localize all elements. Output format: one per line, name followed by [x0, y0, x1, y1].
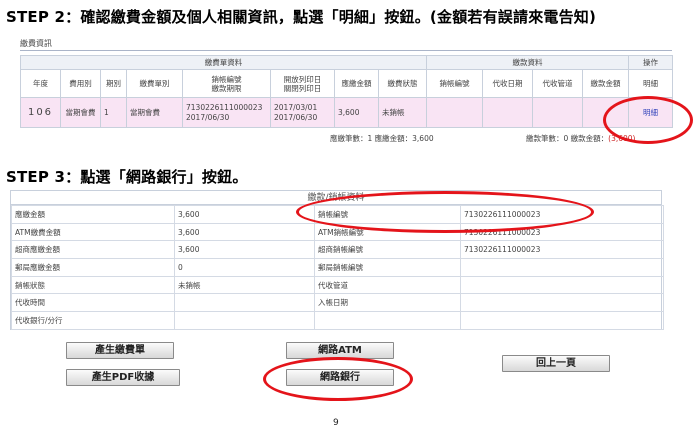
- table-row: 郵局應繳金額 0 郵局銷帳編號: [11, 258, 664, 277]
- back-button[interactable]: 回上一頁: [502, 355, 610, 372]
- field-label: 代收管道: [314, 275, 461, 295]
- cell-account-due: 7130226111000023 2017/06/30: [182, 97, 271, 128]
- billing-info-title: 繳費資訊: [20, 39, 52, 48]
- field-value: [460, 275, 664, 295]
- generate-pdf-receipt-button[interactable]: 產生PDF收據: [66, 369, 180, 386]
- col-fee-type: 費用別: [60, 69, 101, 98]
- cell-collect-channel: [532, 97, 583, 128]
- field-value: [460, 258, 664, 277]
- group-header-bill: 繳費單資料: [20, 55, 427, 70]
- field-value: [460, 311, 664, 330]
- col-collect-channel: 代收管道: [532, 69, 583, 98]
- cell-year: 106: [20, 97, 61, 128]
- field-label: 超商銷帳編號: [314, 240, 461, 260]
- page-number: 9: [333, 418, 339, 428]
- field-value: 0: [174, 258, 315, 277]
- billing-table: 繳費單資料 繳款資料 操作 年度 費用別 期別 繳費單別 銷帳編號 繳款期限 開放…: [20, 55, 673, 128]
- col-pay-amount: 繳款金額: [582, 69, 629, 98]
- col-account-due: 銷帳編號 繳款期限: [182, 69, 271, 98]
- group-header-action: 操作: [628, 55, 673, 70]
- step2-instruction: STEP 2：確認繳費金額及個人相關資訊，點選「明細」按鈕。(金額若有誤請來電告…: [6, 8, 597, 26]
- col-detail: 明細: [628, 69, 673, 98]
- annotation-circle-bank: [263, 357, 413, 401]
- field-label: 入帳日期: [314, 293, 461, 313]
- field-value: 7130226111000023: [460, 240, 664, 260]
- field-value: 未銷帳: [174, 275, 315, 295]
- annotation-circle-account: [296, 191, 594, 233]
- cell-collect-date: [482, 97, 533, 128]
- cell-print-close: 2017/06/30: [274, 112, 318, 122]
- summary-due: 應繳筆數：1 應繳金額：3,600: [330, 134, 434, 143]
- field-label: 郵局應繳金額: [11, 258, 175, 277]
- table-row: 106 當期會費 1 當期會費 7130226111000023 2017/06/…: [20, 97, 673, 128]
- step3-instruction: STEP 3：點選「網路銀行」按鈕。: [6, 168, 248, 186]
- field-label: [314, 311, 461, 330]
- col-period: 期別: [100, 69, 127, 98]
- field-value: [174, 311, 315, 330]
- annotation-circle-detail: [603, 96, 693, 144]
- cell-print-open: 2017/03/01: [274, 102, 318, 112]
- field-value: 3,600: [174, 222, 315, 242]
- cell-status: 未銷帳: [378, 97, 427, 128]
- field-label: 代收銀行/分行: [11, 311, 175, 330]
- field-value: 3,600: [174, 205, 315, 224]
- col-bill-type: 繳費單別: [126, 69, 183, 98]
- cell-bill-type: 當期會費: [126, 97, 183, 128]
- field-value: [174, 293, 315, 313]
- table-row: 超商應繳金額 3,600 超商銷帳編號 7130226111000023: [11, 240, 664, 260]
- cell-account-no: 7130226111000023: [186, 102, 263, 112]
- cell-fee-type: 當期會費: [60, 97, 101, 128]
- cell-amount: 3,600: [334, 97, 379, 128]
- col-amount: 應繳金額: [334, 69, 379, 98]
- table-row: 代收時間 入帳日期: [11, 293, 664, 313]
- col-print-dates: 開放列印日 關閉列印日: [270, 69, 335, 98]
- table-row: 代收銀行/分行: [11, 311, 664, 330]
- field-label: 代收時間: [11, 293, 175, 313]
- generate-invoice-button[interactable]: 產生繳費單: [66, 342, 174, 359]
- title-divider: [20, 50, 672, 51]
- field-label: 應繳金額: [11, 205, 175, 224]
- field-value: [460, 293, 664, 313]
- field-label: 超商應繳金額: [11, 240, 175, 260]
- field-label: 郵局銷帳編號: [314, 258, 461, 277]
- col-status: 繳費狀態: [378, 69, 427, 98]
- cell-due-date: 2017/06/30: [186, 112, 230, 122]
- cell-print-dates: 2017/03/01 2017/06/30: [270, 97, 335, 128]
- col-year: 年度: [20, 69, 61, 98]
- table-row: 銷帳狀態 未銷帳 代收管道: [11, 275, 664, 295]
- col-pay-account: 銷帳編號: [426, 69, 483, 98]
- field-label: ATM繳費金額: [11, 222, 175, 242]
- group-header-payment: 繳款資料: [426, 55, 629, 70]
- cell-pay-account: [426, 97, 483, 128]
- field-value: 3,600: [174, 240, 315, 260]
- col-collect-date: 代收日期: [482, 69, 533, 98]
- field-label: 銷帳狀態: [11, 275, 175, 295]
- cell-period: 1: [100, 97, 127, 128]
